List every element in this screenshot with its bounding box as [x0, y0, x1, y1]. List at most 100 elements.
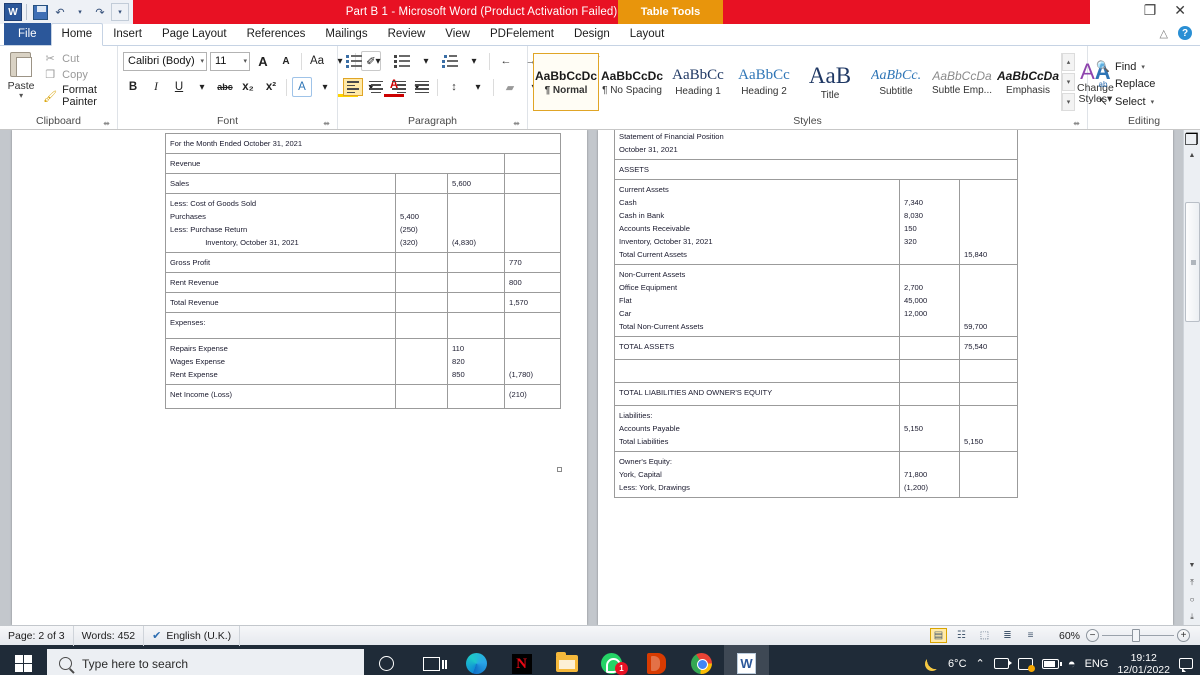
table-resize-handle[interactable] [557, 467, 562, 472]
text-effects-icon[interactable]: A [292, 77, 312, 97]
zoom-level-label[interactable]: 60% [1059, 630, 1080, 642]
table-row[interactable]: Current Assets Cash Cash in Bank Account… [614, 179, 1019, 265]
weather-temperature[interactable]: 6°C [948, 658, 966, 670]
subscript-icon[interactable]: x₂ [238, 77, 258, 97]
microsoft-word-icon[interactable] [724, 645, 769, 675]
notifications-icon[interactable] [1179, 658, 1193, 672]
tab-insert[interactable]: Insert [103, 24, 152, 45]
income-statement-table[interactable]: For the Month Ended October 31, 2021 Rev… [164, 133, 562, 409]
battery-icon[interactable] [1041, 658, 1062, 669]
file-explorer-icon[interactable] [544, 645, 589, 675]
italic-icon[interactable]: I [146, 77, 166, 97]
view-full-screen-reading-button[interactable]: ☷ [953, 628, 970, 643]
style-heading-2[interactable]: AaBbCc Heading 2 [731, 53, 797, 111]
style-emphasis[interactable]: AaBbCcDa Emphasis [995, 53, 1061, 111]
language-indicator[interactable]: ✔ English (U.K.) [144, 625, 241, 646]
task-view-icon[interactable] [409, 645, 454, 675]
word-count[interactable]: Words: 452 [74, 625, 145, 646]
help-icon[interactable]: ? [1178, 26, 1192, 40]
style-no-spacing[interactable]: AaBbCcDc ¶ No Spacing [599, 53, 665, 111]
table-row[interactable]: Total Revenue 1,570 [165, 292, 562, 313]
styles-more-icon[interactable]: ▾ [1062, 93, 1075, 111]
table-row[interactable]: Liabilities: Accounts Payable Total Liab… [614, 405, 1019, 452]
style-heading-1[interactable]: AaBbCc Heading 1 [665, 53, 731, 111]
tab-view[interactable]: View [435, 24, 480, 45]
undo-icon[interactable]: ↶ [51, 3, 69, 21]
style-title[interactable]: AaB Title [797, 53, 863, 111]
zoom-out-button[interactable]: − [1086, 629, 1099, 642]
word-logo-icon[interactable]: W [4, 3, 22, 21]
shrink-font-icon[interactable]: A [276, 51, 296, 71]
table-row[interactable]: Less: Cost of Goods Sold Purchases Less:… [165, 193, 562, 253]
multilevel-caret-icon[interactable]: ▾ [464, 51, 484, 71]
superscript-icon[interactable]: x² [261, 77, 281, 97]
google-chrome-icon[interactable] [679, 645, 724, 675]
bullets-caret-icon[interactable]: ▾ [368, 51, 388, 71]
underline-icon[interactable]: U [169, 77, 189, 97]
table-row[interactable]: TOTAL ASSETS 75,540 [614, 336, 1019, 360]
paste-button[interactable]: Paste ▾ [5, 49, 37, 100]
document-canvas[interactable]: For the Month Ended October 31, 2021 Rev… [0, 130, 1200, 625]
tab-page-layout[interactable]: Page Layout [152, 24, 237, 45]
start-button[interactable] [0, 645, 47, 675]
close-button[interactable]: ✕ [1174, 3, 1186, 17]
align-right-icon[interactable] [389, 78, 409, 96]
table-row[interactable]: Revenue [165, 153, 562, 174]
style-subtitle[interactable]: AaBbCc. Subtitle [863, 53, 929, 111]
table-row[interactable]: Non-Current Assets Office Equipment Flat… [614, 264, 1019, 337]
browse-object-icon[interactable]: ❐ [1184, 132, 1199, 149]
restore-button[interactable]: ❐ [1144, 3, 1157, 17]
zoom-in-button[interactable]: + [1177, 629, 1190, 642]
whatsapp-icon[interactable]: 1 [589, 645, 634, 675]
numbering-caret-icon[interactable]: ▾ [416, 51, 436, 71]
view-print-layout-button[interactable]: ▤ [929, 628, 947, 643]
table-row[interactable]: Owner's Equity: York, Capital Less: York… [614, 451, 1019, 498]
clipboard-dialog-launcher[interactable]: ⬌ [103, 119, 110, 128]
change-case-icon[interactable]: Aa [307, 51, 327, 71]
table-row[interactable] [614, 359, 1019, 383]
minimize-ribbon-icon[interactable]: △ [1160, 27, 1168, 40]
table-row[interactable]: Net Income (Loss) (210) [165, 384, 562, 409]
select-button[interactable]: ↖ Select ▾ [1093, 94, 1157, 109]
bold-icon[interactable]: B [123, 77, 143, 97]
scrollbar-thumb[interactable] [1184, 202, 1200, 322]
table-row[interactable]: Repairs Expense Wages Expense Rent Expen… [165, 338, 562, 385]
table-row[interactable]: Statement of Financial Position October … [613, 130, 1019, 160]
grow-font-icon[interactable]: A [253, 51, 273, 71]
strikethrough-icon[interactable]: abc [215, 77, 235, 97]
microsoft-office-icon[interactable] [634, 645, 679, 675]
document-page-2[interactable]: For the Month Ended October 31, 2021 Rev… [12, 130, 587, 625]
show-hidden-icons[interactable]: ⌃ [976, 657, 985, 670]
text-effects-caret-icon[interactable]: ▾ [315, 77, 335, 97]
styles-gallery-scrollbar[interactable]: ▴ ▾ ▾ [1061, 53, 1075, 111]
next-page-button[interactable]: ⤓ [1184, 608, 1200, 625]
font-name-combo[interactable]: Calibri (Body) ▾ [123, 51, 207, 71]
tab-file[interactable]: File [4, 23, 51, 45]
zoom-slider[interactable]: − + [1086, 629, 1190, 642]
scroll-up-button[interactable]: ▲ [1184, 147, 1200, 164]
format-painter-button[interactable]: 🖌 Format Painter [39, 83, 112, 109]
font-dialog-launcher[interactable]: ⬌ [323, 119, 330, 128]
bullets-icon[interactable] [343, 52, 365, 71]
cortana-icon[interactable] [364, 645, 409, 675]
tab-mailings[interactable]: Mailings [315, 24, 377, 45]
redo-icon[interactable]: ↷ [91, 3, 109, 21]
table-row[interactable]: TOTAL LIABILITIES AND OWNER'S EQUITY [614, 382, 1019, 406]
view-draft-button[interactable]: ≡ [1022, 628, 1039, 643]
line-spacing-caret-icon[interactable]: ▾ [468, 77, 488, 97]
tab-design[interactable]: Design [564, 24, 620, 45]
find-button[interactable]: 🔍 Find ▾ [1093, 59, 1148, 74]
paste-caret-icon[interactable]: ▾ [19, 92, 23, 100]
save-icon[interactable] [31, 3, 49, 21]
microsoft-edge-icon[interactable] [454, 645, 499, 675]
replace-button[interactable]: ab Replace [1093, 77, 1158, 91]
select-caret-icon[interactable]: ▾ [1151, 98, 1155, 106]
table-row[interactable]: For the Month Ended October 31, 2021 [164, 133, 562, 154]
style-subtle-emphasis[interactable]: AaBbCcDa Subtle Emp... [929, 53, 995, 111]
zoom-track[interactable] [1102, 629, 1174, 642]
table-row[interactable]: Expenses: [165, 312, 562, 339]
shading-icon[interactable]: ▰ [499, 78, 521, 97]
align-center-icon[interactable] [366, 78, 386, 96]
document-page-3[interactable]: Statement of Financial Position October … [598, 130, 1173, 625]
statement-of-financial-position-table[interactable]: Statement of Financial Position October … [613, 130, 1019, 498]
